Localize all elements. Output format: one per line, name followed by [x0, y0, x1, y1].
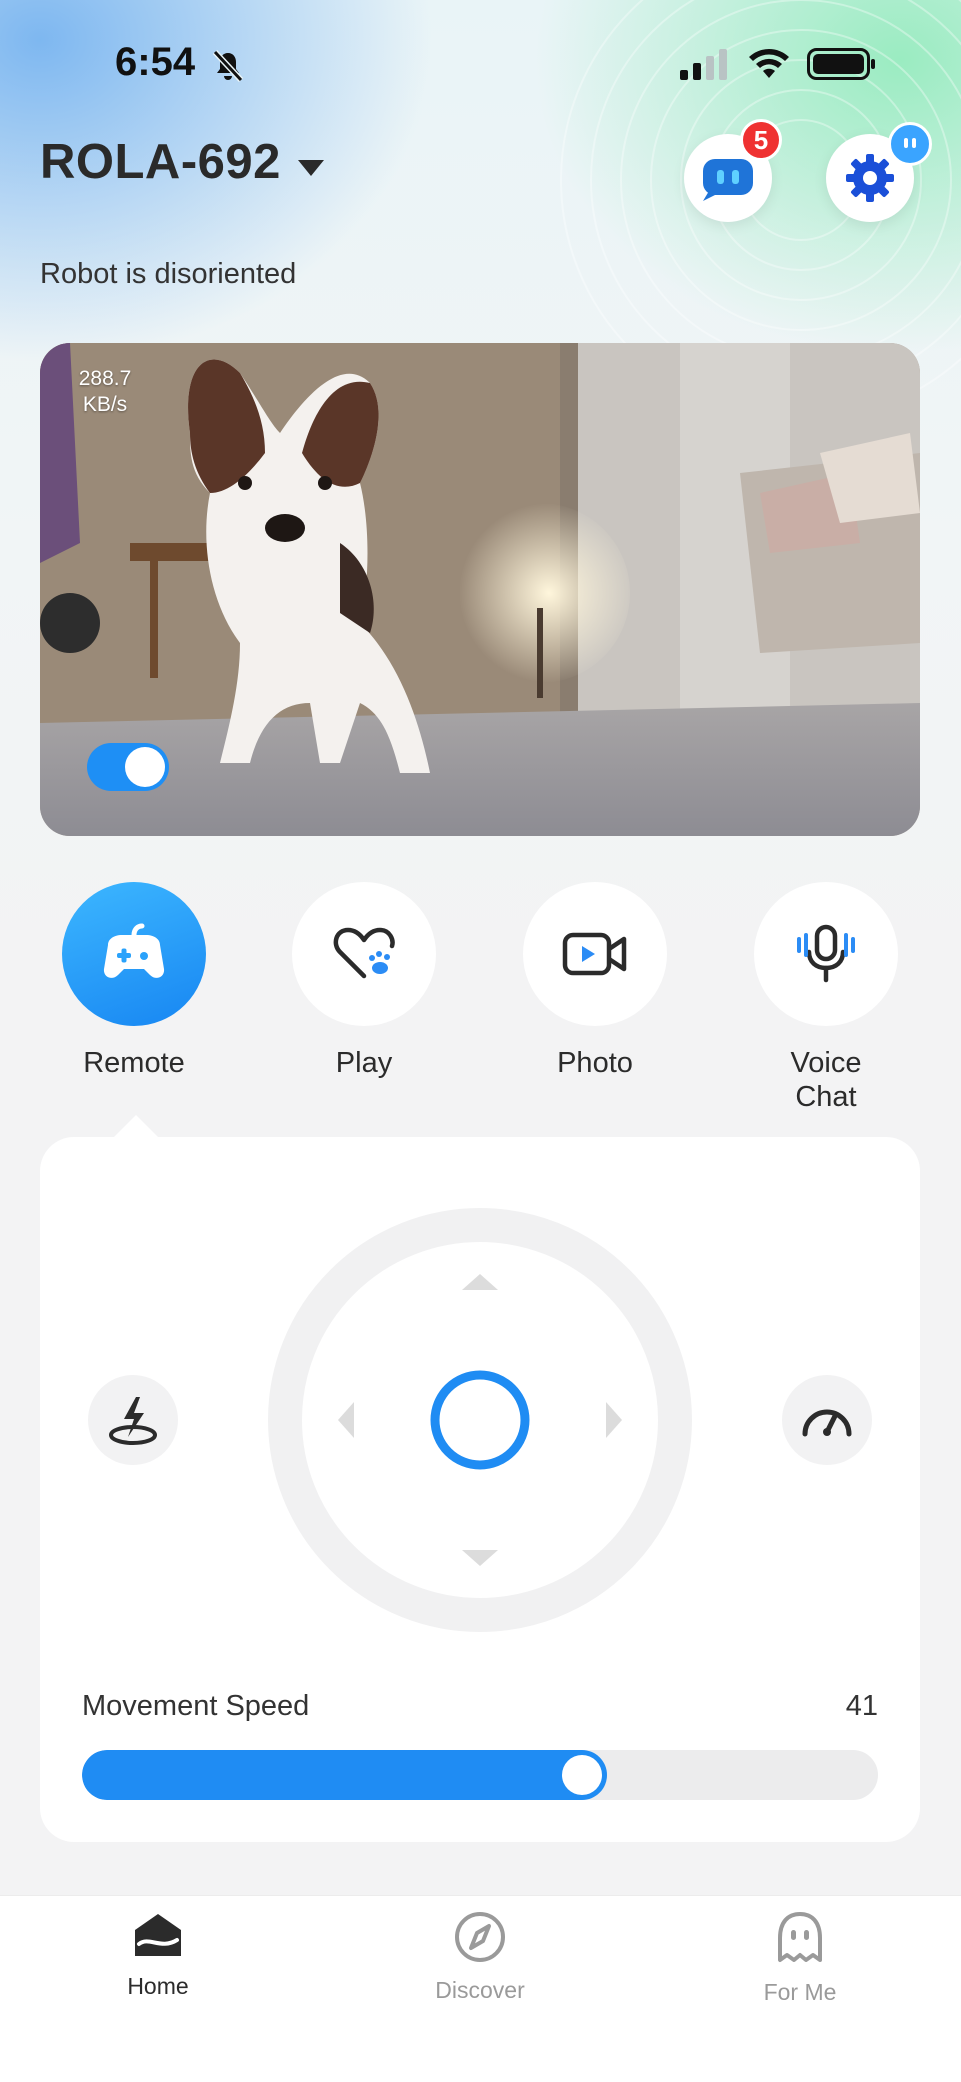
slider-fill [82, 1750, 607, 1800]
robot-face-icon [778, 1912, 822, 1962]
arrow-left-icon[interactable] [338, 1402, 354, 1438]
arrow-down-icon[interactable] [462, 1550, 498, 1566]
recharge-dock-icon [109, 1397, 157, 1445]
toggle-knob [125, 747, 165, 787]
device-name[interactable]: ROLA-692 [40, 134, 281, 190]
bell-muted-icon [212, 49, 244, 83]
movement-speed-label: Movement Speed [82, 1690, 310, 1722]
camera-feed[interactable] [40, 343, 920, 836]
robot-chat-icon [703, 159, 753, 201]
battery-icon [807, 48, 875, 80]
camera-toggle[interactable] [87, 743, 169, 791]
joystick[interactable] [268, 1208, 692, 1632]
status-time: 6:54 [115, 40, 196, 84]
gamepad-icon [103, 923, 165, 978]
tab-for-me[interactable]: For Me [700, 1910, 900, 2006]
camera-frame-image [40, 343, 920, 836]
cellular-signal-icon [680, 49, 727, 80]
bitrate-value: 288.7 [78, 367, 132, 390]
action-label-photo: Photo [557, 1047, 633, 1079]
bitrate-readout: 288.7 KB/s [60, 366, 150, 418]
gear-icon [846, 154, 894, 202]
action-label-remote: Remote [83, 1047, 185, 1079]
joystick-knob[interactable] [430, 1370, 530, 1470]
card-pointer [112, 1115, 160, 1139]
action-label-voice-chat: Voice Chat [790, 1047, 862, 1113]
video-camera-icon [562, 932, 627, 976]
tab-for-me-label: For Me [763, 1979, 837, 2005]
tab-discover[interactable]: Discover [380, 1910, 580, 2004]
bitrate-unit: KB/s [82, 393, 128, 416]
tab-home-label: Home [127, 1973, 189, 1999]
arrow-right-icon[interactable] [606, 1402, 622, 1438]
movement-speed-slider[interactable] [82, 1750, 878, 1800]
microphone-icon [797, 924, 855, 983]
robot-avatar-icon [888, 122, 932, 166]
chevron-down-icon[interactable] [296, 158, 326, 178]
play-button[interactable] [292, 882, 436, 1026]
movement-speed-value: 41 [845, 1690, 878, 1722]
robot-status-text: Robot is disoriented [40, 258, 297, 290]
tab-home[interactable]: Home [58, 1910, 258, 2000]
wifi-icon [749, 49, 789, 78]
heart-paw-icon [333, 927, 395, 979]
action-label-play: Play [335, 1047, 393, 1079]
remote-button[interactable] [62, 882, 206, 1026]
recharge-button[interactable] [88, 1375, 178, 1465]
compass-icon [455, 1912, 505, 1962]
slider-handle[interactable] [562, 1755, 602, 1795]
notification-badge: 5 [740, 119, 782, 161]
speedometer-icon [802, 1409, 852, 1437]
tab-discover-label: Discover [435, 1977, 525, 2003]
arrow-up-icon[interactable] [462, 1274, 498, 1290]
photo-button[interactable] [523, 882, 667, 1026]
voice-chat-button[interactable] [754, 882, 898, 1026]
home-icon [135, 1914, 181, 1956]
speed-mode-button[interactable] [782, 1375, 872, 1465]
